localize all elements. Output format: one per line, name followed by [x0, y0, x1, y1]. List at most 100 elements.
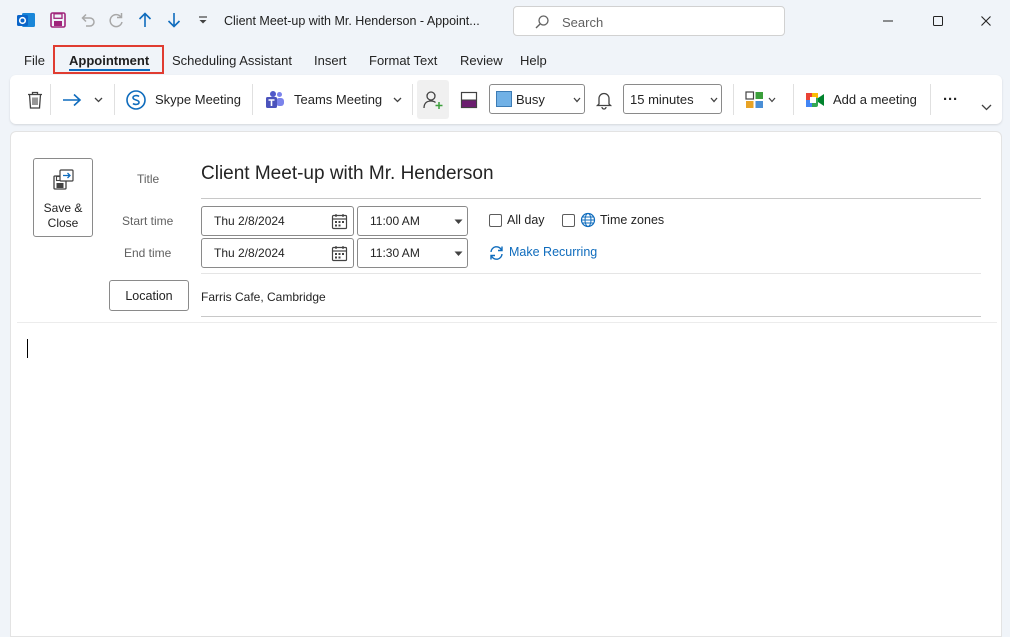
tab-scheduling-assistant[interactable]: Scheduling Assistant [172, 53, 292, 68]
selected-tab-highlight [53, 45, 164, 74]
reminder-select[interactable]: 15 minutes [623, 84, 722, 114]
bell-icon [595, 90, 613, 110]
body-divider [17, 322, 997, 323]
chevron-down-icon [454, 251, 463, 257]
end-date-picker[interactable]: Thu 2/8/2024 [201, 238, 354, 268]
search-placeholder: Search [562, 15, 604, 30]
forward-dropdown[interactable] [94, 75, 103, 124]
calendar-color-icon [460, 90, 478, 110]
ribbon-separator [252, 84, 253, 115]
appointment-form: Save & Close Title Client Meet-up with M… [10, 131, 1002, 637]
skype-meeting-button[interactable]: Skype Meeting [125, 75, 241, 124]
search-box[interactable]: Search [513, 6, 785, 36]
recurrence-icon [488, 245, 505, 261]
google-meet-icon [805, 91, 825, 109]
skype-meeting-label: Skype Meeting [155, 92, 241, 107]
chevron-down-icon [981, 104, 992, 111]
start-time-picker[interactable]: 11:00 AM [357, 206, 468, 236]
trash-icon [26, 90, 44, 110]
end-time-value: 11:30 AM [370, 246, 420, 260]
redo-icon[interactable] [106, 10, 126, 30]
tab-format-text[interactable]: Format Text [369, 53, 437, 68]
categorize-button[interactable] [745, 75, 776, 124]
chevron-down-icon [768, 97, 776, 103]
title-bar: Client Meet-up with Mr. Henderson - Appo… [0, 0, 1010, 42]
globe-icon [580, 212, 596, 228]
window-title: Client Meet-up with Mr. Henderson - Appo… [224, 14, 480, 28]
ribbon-separator [412, 84, 413, 115]
show-as-color-button[interactable] [460, 75, 478, 124]
title-label: Title [137, 172, 160, 186]
ribbon-separator [930, 84, 931, 115]
delete-button[interactable] [26, 75, 44, 124]
ribbon-separator [733, 84, 734, 115]
teams-icon [264, 90, 286, 110]
start-time-value: 11:00 AM [370, 214, 420, 228]
search-icon [534, 14, 550, 30]
save-close-button[interactable]: Save & Close [33, 158, 93, 237]
end-date-value: Thu 2/8/2024 [214, 246, 285, 260]
more-options-button[interactable]: ··· [943, 75, 958, 124]
save-close-icon [52, 168, 76, 192]
start-date-picker[interactable]: Thu 2/8/2024 [201, 206, 354, 236]
reminder-value: 15 minutes [630, 92, 694, 107]
ribbon-separator [793, 84, 794, 115]
chevron-down-icon [710, 97, 718, 103]
undo-icon[interactable] [78, 10, 98, 30]
tab-insert[interactable]: Insert [314, 53, 347, 68]
tab-help[interactable]: Help [520, 53, 547, 68]
location-field[interactable]: Farris Cafe, Cambridge [201, 290, 326, 304]
invite-attendees-button[interactable] [417, 80, 449, 119]
expand-ribbon-button[interactable] [981, 83, 992, 132]
chevron-down-icon [573, 97, 581, 103]
reminder-button[interactable] [595, 75, 613, 124]
add-person-icon [422, 89, 444, 111]
previous-item-icon[interactable] [135, 10, 155, 30]
end-time-label: End time [124, 246, 172, 260]
all-day-checkbox[interactable] [489, 214, 502, 227]
categorize-icon [745, 90, 765, 109]
calendar-icon[interactable] [331, 245, 348, 262]
outlook-logo-icon [16, 10, 36, 30]
tab-review[interactable]: Review [460, 53, 503, 68]
location-button-label: Location [125, 289, 173, 303]
save-close-label: Save & Close [43, 201, 83, 230]
calendar-icon[interactable] [331, 213, 348, 230]
section-divider [201, 273, 981, 274]
busy-color-swatch [496, 91, 512, 107]
show-as-select[interactable]: Busy [489, 84, 585, 114]
ribbon: Skype Meeting Teams Meeting Busy 15 minu… [10, 75, 1002, 124]
teams-meeting-label: Teams Meeting [294, 92, 383, 107]
end-time-picker[interactable]: 11:30 AM [357, 238, 468, 268]
chevron-down-icon [393, 97, 402, 103]
all-day-label: All day [507, 213, 545, 227]
minimize-button[interactable] [874, 8, 902, 34]
ribbon-separator [114, 84, 115, 115]
add-meeting-button[interactable]: Add a meeting [805, 75, 917, 124]
title-underline [201, 198, 981, 199]
location-button[interactable]: Location [109, 280, 189, 311]
customize-toolbar-icon[interactable] [193, 10, 213, 30]
chevron-down-icon [94, 97, 103, 103]
make-recurring-link[interactable]: Make Recurring [509, 245, 597, 259]
maximize-button[interactable] [924, 8, 952, 34]
time-zones-checkbox[interactable] [562, 214, 575, 227]
notes-body[interactable] [17, 324, 997, 636]
close-button[interactable] [972, 8, 1000, 34]
next-item-icon[interactable] [164, 10, 184, 30]
location-underline [201, 316, 981, 317]
start-time-label: Start time [122, 214, 174, 228]
save-icon[interactable] [48, 10, 68, 30]
time-zones-label: Time zones [600, 213, 665, 227]
forward-arrow-icon [61, 92, 83, 108]
tab-file[interactable]: File [24, 53, 45, 68]
title-field[interactable]: Client Meet-up with Mr. Henderson [201, 163, 494, 185]
show-as-value: Busy [516, 92, 545, 107]
forward-button[interactable] [61, 75, 83, 124]
text-cursor [27, 339, 28, 358]
ribbon-separator [50, 84, 51, 115]
teams-meeting-button[interactable]: Teams Meeting [264, 75, 402, 124]
skype-icon [125, 89, 147, 111]
add-meeting-label: Add a meeting [833, 92, 917, 107]
chevron-down-icon [454, 219, 463, 225]
